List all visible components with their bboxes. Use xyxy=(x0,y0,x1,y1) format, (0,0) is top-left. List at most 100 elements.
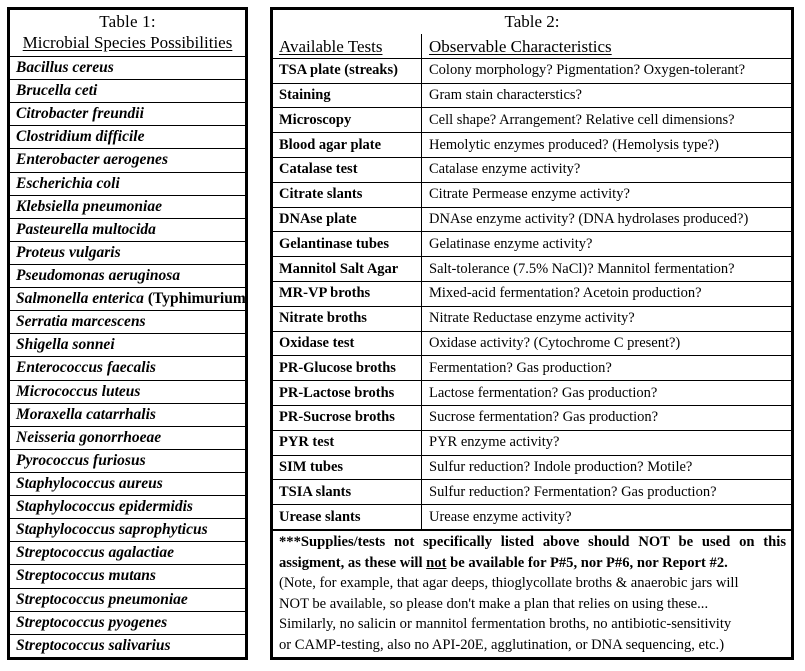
observable-characteristic-cell: Gram stain characterstics? xyxy=(429,86,582,103)
table-row: Citrate slants Citrate Permease enzyme ac… xyxy=(273,181,791,207)
test-name-cell: Mannitol Salt Agar xyxy=(273,257,422,281)
species-list: Bacillus cereus Brucella ceti Citrobacter … xyxy=(10,57,245,657)
observable-characteristic-cell: Sucrose fermentation? Gas production? xyxy=(429,409,659,426)
species-name: Streptococcus mutans xyxy=(16,567,156,585)
table-row: TSA plate (streaks) Colony morphology? Pi… xyxy=(273,57,791,83)
table-row: Oxidase test Oxidase activity? (Cytochrom… xyxy=(273,330,791,356)
table2-title: Table 2: xyxy=(504,12,560,31)
observable-characteristic-cell: PYR enzyme activity? xyxy=(429,434,560,451)
test-name-cell: PYR test xyxy=(273,430,422,455)
species-name: Neisseria gonorrhoeae xyxy=(16,428,162,446)
test-name-cell: MR-VP broths xyxy=(273,281,422,306)
species-name: Citrobacter freundii xyxy=(16,105,144,123)
observable-characteristic-cell: Fermentation? Gas production? xyxy=(429,359,612,376)
observable-characteristic-cell: Catalase enzyme activity? xyxy=(429,161,581,178)
column-header-observable-characteristics: Observable Characteristics xyxy=(422,34,791,58)
table-row: Urease slants Urease enzyme activity? xyxy=(273,504,791,529)
species-name: Pseudomonas aeruginosa xyxy=(16,267,181,285)
observable-characteristic-cell: Sulfur reduction? Fermentation? Gas prod… xyxy=(429,483,717,500)
observable-characteristic-cell: Urease enzyme activity? xyxy=(429,508,572,525)
table-row: Enterobacter aerogenes xyxy=(10,148,245,171)
test-name-cell: Oxidase test xyxy=(273,331,422,356)
table-row: Clostridium difficile xyxy=(10,125,245,148)
table-row: Serratia marcescens xyxy=(10,310,245,333)
test-name-cell: Citrate slants xyxy=(273,182,422,207)
table1-title: Table 1: xyxy=(99,12,156,31)
species-name: Enterococcus faecalis xyxy=(16,359,156,377)
test-name-cell: Urease slants xyxy=(273,505,422,529)
column-header-observable-characteristics-label: Observable Characteristics xyxy=(429,36,612,56)
note-plain-line-4: or CAMP-testing, also no API-20E, agglut… xyxy=(279,636,725,653)
observable-characteristic-cell: Citrate Permease enzyme activity? xyxy=(429,186,630,203)
observable-characteristic-cell: Mixed-acid fermentation? Acetoin product… xyxy=(429,285,702,302)
species-name: Brucella ceti xyxy=(16,82,98,100)
species-name: Shigella sonnei xyxy=(16,336,115,354)
test-name-cell: PR-Sucrose broths xyxy=(273,405,422,430)
note-plain-line-1: (Note, for example, that agar deeps, thi… xyxy=(279,575,739,591)
note-bold-warning: ***Supplies/tests not specifically liste… xyxy=(279,532,786,573)
species-name: Serratia marcescens xyxy=(16,313,146,331)
table-row: Microscopy Cell shape? Arrangement? Relat… xyxy=(273,107,791,133)
table-row: TSIA slants Sulfur reduction? Fermentatio… xyxy=(273,479,791,505)
table-row: Neisseria gonorrhoeae xyxy=(10,425,245,449)
species-name: Micrococcus luteus xyxy=(16,382,141,400)
note-bold-part2: be available for P#5, nor P#6, nor Repor… xyxy=(446,554,728,571)
table-row: Citrobacter freundii xyxy=(10,102,245,125)
table-row: Staphylococcus saprophyticus xyxy=(10,518,245,541)
table-row: Micrococcus luteus xyxy=(10,379,245,403)
table-row: Staphylococcus aureus xyxy=(10,471,245,495)
table-row: SIM tubes Sulfur reduction? Indole produc… xyxy=(273,454,791,480)
table-row: Staphylococcus epidermidis xyxy=(10,495,245,518)
species-name: Streptococcus agalactiae xyxy=(16,544,174,562)
species-name: Staphylococcus saprophyticus xyxy=(16,521,208,539)
species-name: Streptococcus salivarius xyxy=(16,636,171,654)
observable-characteristic-cell: Hemolytic enzymes produced? (Hemolysis t… xyxy=(429,136,719,153)
species-name: Klebsiella pneumoniae xyxy=(16,197,162,215)
test-name-cell: Blood agar plate xyxy=(273,133,422,157)
table-row: Blood agar plate Hemolytic enzymes produc… xyxy=(273,132,791,157)
test-name-cell: TSA plate (streaks) xyxy=(273,58,422,83)
table-row: Streptococcus agalactiae xyxy=(10,541,245,564)
table-row: Streptococcus pneumoniae xyxy=(10,587,245,611)
column-header-available-tests-label: Available Tests xyxy=(279,36,383,56)
table-row: Salmonella enterica (Typhimurium) xyxy=(10,287,245,310)
observable-characteristic-cell: Oxidase activity? (Cytochrome C present?… xyxy=(429,334,681,351)
species-name: Pyrococcus furiosus xyxy=(16,451,146,469)
column-header-available-tests: Available Tests xyxy=(273,34,422,58)
test-name-cell: SIM tubes xyxy=(273,455,422,480)
species-name: Pasteurella multocida xyxy=(16,220,156,238)
table-row: Mannitol Salt Agar Salt-tolerance (7.5% N… xyxy=(273,256,791,281)
species-name: Staphylococcus epidermidis xyxy=(16,498,193,516)
observable-characteristic-cell: DNAse enzyme activity? (DNA hydrolases p… xyxy=(429,210,749,227)
table-row: Klebsiella pneumoniae xyxy=(10,194,245,218)
table-row: Nitrate broths Nitrate Reductase enzyme a… xyxy=(273,305,791,331)
table-row: Staining Gram stain characterstics? xyxy=(273,82,791,108)
table-row: Shigella sonnei xyxy=(10,333,245,356)
table-row: Bacillus cereus xyxy=(10,57,245,79)
test-name-cell: Microscopy xyxy=(273,108,422,133)
table-row: Brucella ceti xyxy=(10,79,245,102)
tests-grid: Available Tests Observable Characteristi… xyxy=(273,34,791,529)
test-name-cell: DNAse plate xyxy=(273,207,422,232)
species-name: Streptococcus pneumoniae xyxy=(16,590,188,608)
species-name: Bacillus cereus xyxy=(16,59,114,77)
table-row: Pyrococcus furiosus xyxy=(10,448,245,472)
table-row: Catalase test Catalase enzyme activity? xyxy=(273,156,791,182)
observable-characteristic-cell: Cell shape? Arrangement? Relative cell d… xyxy=(429,111,735,128)
species-name: Staphylococcus aureus xyxy=(16,475,163,493)
available-tests-table: Table 2: Available Tests Observable Char… xyxy=(270,7,794,660)
table1-header: Table 1: Microbial Species Possibilities xyxy=(10,10,245,57)
table-row: Moraxella catarrhalis xyxy=(10,402,245,426)
test-name-cell: Catalase test xyxy=(273,157,422,182)
test-name-cell: Nitrate broths xyxy=(273,306,422,331)
species-name: Salmonella enterica xyxy=(16,290,144,308)
table-row: PR-Glucose broths Fermentation? Gas produ… xyxy=(273,355,791,381)
table-row: Proteus vulgaris xyxy=(10,240,245,264)
species-strain: (Typhimurium) xyxy=(147,290,245,308)
table-row: Streptococcus pyogenes xyxy=(10,610,245,634)
species-name: Moraxella catarrhalis xyxy=(16,405,156,423)
table-row: PYR test PYR enzyme activity? xyxy=(273,429,791,455)
note-plain-line-3: Similarly, no salicin or mannitol fermen… xyxy=(279,616,732,632)
table-row: Streptococcus salivarius xyxy=(10,633,245,657)
note-bold-underlined: not xyxy=(426,554,447,571)
